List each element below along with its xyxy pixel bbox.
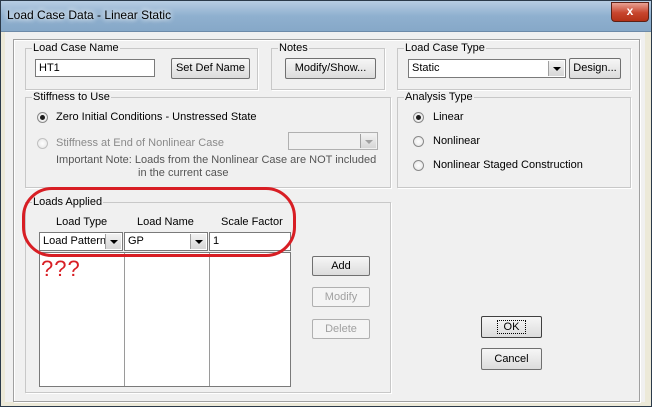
analysis-linear-radio[interactable] — [413, 112, 424, 123]
load-case-dialog: Load Case Data - Linear Static x Load Ca… — [0, 0, 652, 407]
load-case-type-label: Load Case Type — [404, 42, 486, 55]
nonlinear-case-select[interactable] — [288, 132, 378, 150]
title-bar[interactable]: Load Case Data - Linear Static x — [1, 1, 651, 32]
window-title: Load Case Data - Linear Static — [7, 8, 172, 22]
load-case-type-value: Static — [412, 62, 440, 74]
ok-label: OK — [496, 320, 527, 334]
design-button[interactable]: Design... — [569, 58, 621, 79]
analysis-nonlinear-label: Nonlinear — [433, 135, 481, 147]
annotation-question-marks: ??? — [41, 256, 81, 281]
cancel-button[interactable]: Cancel — [481, 348, 542, 370]
delete-load-button[interactable]: Delete — [312, 319, 370, 339]
analysis-linear-label: Linear — [433, 111, 464, 123]
analysis-staged-label: Nonlinear Staged Construction — [433, 159, 583, 171]
nonlinear-end-label: Stiffness at End of Nonlinear Case — [56, 137, 224, 149]
stiffness-label: Stiffness to Use — [32, 91, 111, 104]
column-divider — [209, 253, 210, 386]
nonlinear-end-radio[interactable] — [37, 138, 48, 149]
close-icon: x — [626, 4, 634, 18]
column-divider — [124, 253, 125, 386]
important-note-line2: in the current case — [138, 167, 229, 179]
ok-button[interactable]: OK — [481, 316, 542, 338]
zero-initial-radio[interactable] — [37, 112, 48, 123]
chevron-down-icon[interactable] — [548, 61, 564, 76]
load-case-name-input[interactable]: HT1 — [35, 59, 155, 77]
add-load-button[interactable]: Add — [312, 256, 370, 276]
analysis-staged-radio[interactable] — [413, 160, 424, 171]
analysis-nonlinear-radio[interactable] — [413, 136, 424, 147]
modify-load-button[interactable]: Modify — [312, 287, 370, 307]
analysis-type-label: Analysis Type — [404, 91, 474, 104]
chevron-down-icon — [360, 134, 376, 148]
zero-initial-label: Zero Initial Conditions - Unstressed Sta… — [56, 111, 257, 123]
notes-modify-show-button[interactable]: Modify/Show... — [285, 58, 376, 79]
load-case-name-label: Load Case Name — [32, 42, 120, 55]
annotation-ellipse — [22, 187, 296, 257]
important-note-line1: Important Note: Loads from the Nonlinear… — [56, 154, 377, 166]
load-case-type-select[interactable]: Static — [408, 59, 566, 78]
notes-label: Notes — [278, 42, 309, 55]
set-def-name-button[interactable]: Set Def Name — [171, 58, 250, 79]
close-button[interactable]: x — [611, 2, 649, 22]
